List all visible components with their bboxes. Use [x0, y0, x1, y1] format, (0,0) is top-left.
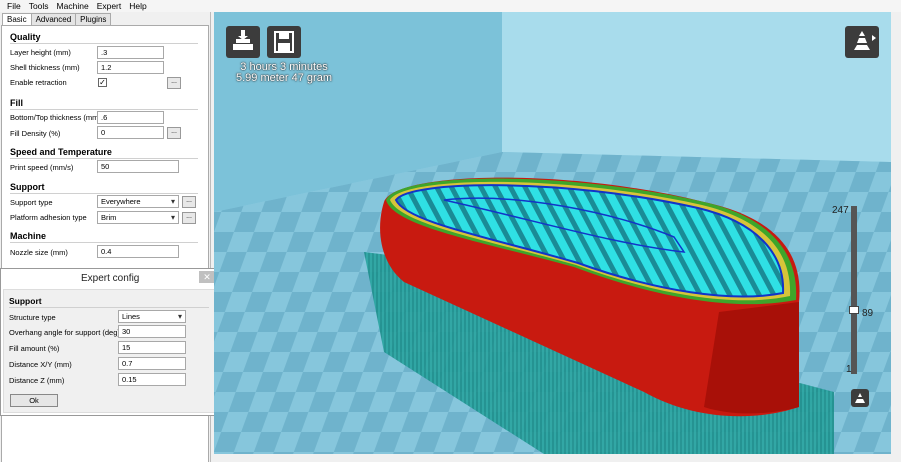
print-estimate: 3 hours 3 minutes 5.99 meter 47 gram	[236, 62, 332, 84]
retraction-checkbox[interactable]: ✓	[98, 78, 107, 87]
layer-max-label: 247	[832, 205, 849, 216]
section-divider	[10, 43, 198, 44]
layer-height-input[interactable]: .3	[97, 46, 164, 59]
section-title-support: Support	[10, 182, 45, 192]
section-title-fill: Fill	[10, 98, 23, 108]
fill-density-label: Fill Density (%)	[10, 129, 61, 138]
settings-tabs: Basic Advanced Plugins	[2, 13, 112, 26]
dialog-body: Support Structure type Lines Overhang an…	[3, 289, 216, 413]
tab-advanced[interactable]: Advanced	[30, 13, 77, 25]
menu-machine[interactable]: Machine	[53, 0, 93, 12]
layer-slider[interactable]	[851, 206, 857, 374]
dialog-title: Expert config	[81, 273, 140, 284]
nozzle-size-input[interactable]: 0.4	[97, 245, 179, 258]
structure-type-label: Structure type	[9, 313, 56, 322]
shell-thickness-label: Shell thickness (mm)	[10, 63, 80, 72]
support-type-select[interactable]: Everywhere	[97, 195, 179, 208]
section-divider	[10, 158, 198, 159]
layer-view-icon[interactable]	[851, 389, 869, 407]
section-title-machine: Machine	[10, 231, 47, 241]
overhang-angle-label: Overhang angle for support (deg)	[9, 328, 120, 337]
tab-plugins[interactable]: Plugins	[75, 13, 112, 25]
material-usage: 5.99 meter 47 gram	[236, 72, 332, 84]
support-type-label: Support type	[10, 198, 53, 207]
retraction-label: Enable retraction	[10, 78, 67, 87]
layer-min-label: 1	[846, 364, 852, 375]
3d-viewport[interactable]: 3 hours 3 minutes 5.99 meter 47 gram 247…	[214, 12, 891, 454]
adhesion-label: Platform adhesion type	[10, 213, 87, 222]
support-type-more-button[interactable]: ...	[182, 196, 196, 208]
shell-thickness-input[interactable]: 1.2	[97, 61, 164, 74]
expert-config-dialog: Expert config ✕ Support Structure type L…	[0, 268, 219, 416]
structure-type-select[interactable]: Lines	[118, 310, 186, 323]
distance-xy-label: Distance X/Y (mm)	[9, 360, 72, 369]
overhang-angle-input[interactable]: 30	[118, 325, 186, 338]
ok-button[interactable]: Ok	[10, 394, 58, 407]
section-divider	[10, 242, 198, 243]
expert-section-title: Support	[9, 296, 42, 306]
distance-z-input[interactable]: 0.15	[118, 373, 186, 386]
layer-slider-handle[interactable]	[849, 306, 859, 314]
fill-density-input[interactable]: 0	[97, 126, 164, 139]
menu-file[interactable]: File	[3, 0, 25, 12]
fill-density-more-button[interactable]: ...	[167, 127, 181, 139]
dialog-titlebar[interactable]: Expert config ✕	[1, 269, 218, 289]
section-divider	[10, 109, 198, 110]
adhesion-select[interactable]: Brim	[97, 211, 179, 224]
menu-help[interactable]: Help	[125, 0, 150, 12]
layer-current-label: 89	[862, 308, 874, 319]
distance-xy-input[interactable]: 0.7	[118, 357, 186, 370]
adhesion-more-button[interactable]: ...	[182, 212, 196, 224]
retraction-more-button[interactable]: ...	[167, 77, 181, 89]
bottom-top-input[interactable]: .6	[97, 111, 164, 124]
menu-expert[interactable]: Expert	[93, 0, 126, 12]
print-speed-label: Print speed (mm/s)	[10, 163, 74, 172]
bottom-top-label: Bottom/Top thickness (mm)	[10, 113, 101, 122]
nozzle-size-label: Nozzle size (mm)	[10, 248, 68, 257]
menu-bar: File Tools Machine Expert Help	[0, 0, 901, 12]
section-title-speed: Speed and Temperature	[10, 147, 112, 157]
menu-tools[interactable]: Tools	[25, 0, 53, 12]
fill-amount-input[interactable]: 15	[118, 341, 186, 354]
close-icon[interactable]: ✕	[199, 271, 215, 283]
print-speed-input[interactable]: 50	[97, 160, 179, 173]
section-title-quality: Quality	[10, 32, 41, 42]
save-toolpath-icon[interactable]	[267, 26, 301, 58]
load-model-icon[interactable]	[226, 26, 260, 58]
section-divider	[10, 193, 198, 194]
fill-amount-label: Fill amount (%)	[9, 344, 60, 353]
distance-z-label: Distance Z (mm)	[9, 376, 65, 385]
view-mode-icon[interactable]	[845, 26, 879, 58]
layer-height-label: Layer height (mm)	[10, 48, 71, 57]
section-divider	[9, 307, 209, 308]
